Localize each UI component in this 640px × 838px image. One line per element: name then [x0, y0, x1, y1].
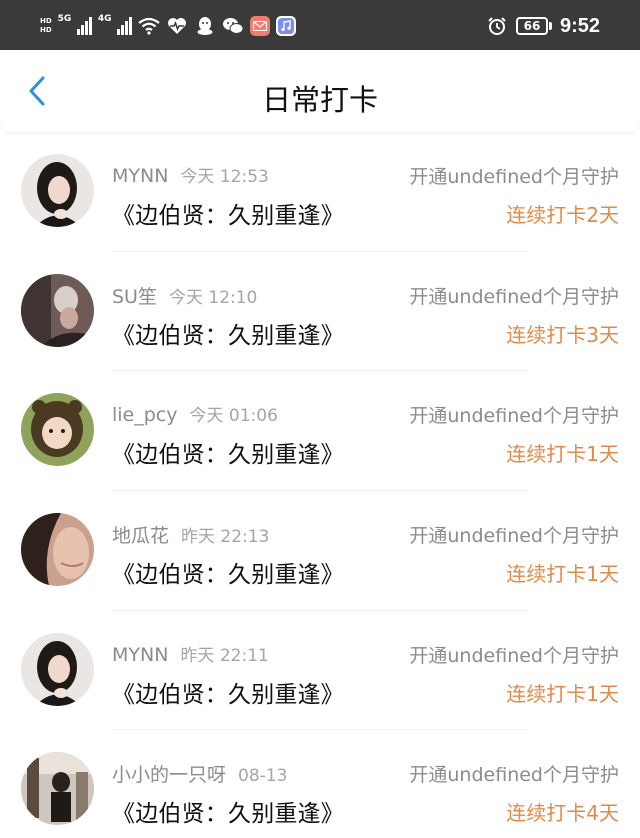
checkin-time: 昨天 22:11 [180, 645, 269, 666]
signal-5g-icon [77, 17, 92, 35]
user-name-text: 小小的一只呀 [112, 764, 227, 787]
avatar[interactable] [21, 273, 94, 347]
checkin-time: 今天 01:06 [189, 406, 278, 427]
checkin-row[interactable]: 地瓜花 昨天 22:13 《边伯贤：久别重逢》 开通undefined个月守护 连… [0, 491, 640, 611]
checkin-list: MYNN 今天 12:53 《边伯贤：久别重逢》 开通undefined个月守护 … [0, 132, 640, 838]
user-name-text: MYNN [112, 165, 169, 187]
wifi-icon [138, 15, 160, 37]
guard-status: 开通undefined个月守护 [409, 525, 619, 548]
hd-top-label: HD [40, 17, 52, 25]
page-title: 日常打卡 [261, 83, 378, 117]
user-name: SU笙 今天 12:10 [112, 282, 257, 309]
user-name: 小小的一只呀 08-13 [112, 760, 287, 787]
guard-status: 开通undefined个月守护 [409, 405, 619, 428]
status-right: 66 9:52 [486, 12, 600, 40]
guard-status: 开通undefined个月守护 [409, 166, 619, 188]
checkin-row[interactable]: MYNN 今天 12:53 《边伯贤：久别重逢》 开通undefined个月守护 … [0, 132, 640, 252]
qq-icon [194, 15, 216, 37]
book-title[interactable]: 《边伯贤：久别重逢》 [112, 794, 344, 828]
music-app-icon [275, 16, 296, 36]
user-name-text: MYNN [112, 643, 169, 666]
checkin-row[interactable]: MYNN 昨天 22:11 《边伯贤：久别重逢》 开通undefined个月守护 … [0, 611, 640, 731]
checkin-time: 今天 12:53 [180, 167, 269, 187]
status-bar: HD HD 5G 4G 66 9:52 [0, 0, 640, 50]
avatar[interactable] [21, 752, 94, 826]
avatar[interactable] [21, 632, 94, 706]
user-name: MYNN 昨天 22:11 [112, 641, 269, 666]
book-title[interactable]: 《边伯贤：久别重逢》 [112, 316, 344, 350]
checkin-time: 今天 12:10 [168, 287, 258, 308]
streak-badge: 连续打卡1天 [506, 562, 619, 587]
avatar[interactable] [21, 513, 94, 587]
streak-badge: 连续打卡1天 [506, 442, 619, 467]
user-name-text: 地瓜花 [112, 525, 170, 548]
battery-level: 66 [523, 19, 541, 33]
network-4g-label: 4G [97, 14, 112, 24]
streak-badge: 连续打卡4天 [506, 801, 619, 826]
book-title[interactable]: 《边伯贤：久别重逢》 [112, 555, 344, 589]
streak-badge: 连续打卡2天 [506, 203, 619, 227]
battery-icon: 66 [515, 17, 552, 35]
book-title[interactable]: 《边伯贤：久别重逢》 [112, 435, 344, 469]
user-name-text: SU笙 [112, 285, 157, 308]
checkin-row[interactable]: SU笙 今天 12:10 《边伯贤：久别重逢》 开通undefined个月守护 连… [0, 252, 640, 372]
user-name: lie_pcy 今天 01:06 [112, 401, 278, 426]
user-name-text: lie_pcy [112, 404, 178, 427]
page-header: 日常打卡 [0, 50, 640, 132]
book-title[interactable]: 《边伯贤：久别重逢》 [112, 196, 344, 230]
signal-4g-icon [117, 17, 132, 35]
checkin-time: 08-13 [238, 766, 288, 787]
hd-bottom-label: HD [40, 26, 52, 34]
clock: 9:52 [559, 14, 600, 37]
alarm-icon [486, 15, 508, 37]
streak-badge: 连续打卡1天 [506, 681, 619, 706]
user-name: MYNN 今天 12:53 [112, 162, 269, 187]
avatar[interactable] [21, 393, 94, 467]
heart-rate-icon [166, 15, 188, 37]
book-title[interactable]: 《边伯贤：久别重逢》 [112, 675, 344, 709]
checkin-row[interactable]: 小小的一只呀 08-13 《边伯贤：久别重逢》 开通undefined个月守护 连… [0, 730, 640, 838]
streak-badge: 连续打卡3天 [506, 322, 619, 347]
guard-status: 开通undefined个月守护 [409, 285, 619, 308]
guard-status: 开通undefined个月守护 [409, 764, 619, 787]
hd-icon: HD HD [40, 17, 52, 35]
user-name: 地瓜花 昨天 22:13 [112, 521, 269, 548]
checkin-row[interactable]: lie_pcy 今天 01:06 《边伯贤：久别重逢》 开通undefined个月… [0, 371, 640, 492]
mail-app-icon [249, 16, 270, 36]
guard-status: 开通undefined个月守护 [409, 644, 619, 667]
checkin-time: 昨天 22:13 [181, 527, 270, 548]
status-left: HD HD 5G 4G [40, 12, 296, 40]
network-5g-label: 5G [57, 14, 72, 24]
wechat-icon [222, 15, 244, 37]
avatar[interactable] [21, 154, 94, 227]
